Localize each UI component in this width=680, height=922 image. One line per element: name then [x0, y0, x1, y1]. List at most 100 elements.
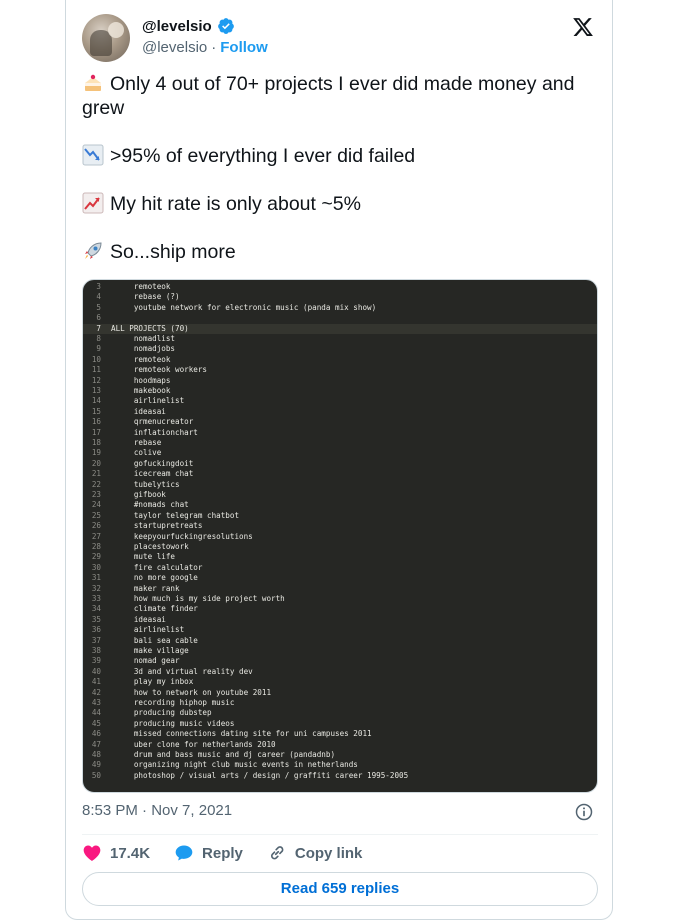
- code-line: 32 maker rank: [83, 584, 180, 594]
- code-line: 23 gifbook: [83, 490, 166, 500]
- line-number: 36: [91, 625, 101, 635]
- reply-button[interactable]: Reply: [174, 843, 243, 863]
- line-number: 29: [91, 552, 101, 562]
- line-number: 46: [91, 729, 101, 739]
- author-handle[interactable]: @levelsio: [142, 39, 207, 56]
- code-line: 9 nomadjobs: [83, 344, 175, 354]
- code-line: 17 inflationchart: [83, 428, 198, 438]
- author-name-row[interactable]: @levelsio: [142, 17, 235, 35]
- tweet-line: Only 4 out of 70+ projects I ever did ma…: [82, 73, 575, 119]
- code-line: 19 colive: [83, 448, 161, 458]
- code-line: 34 climate finder: [83, 604, 198, 614]
- code-text: ALL PROJECTS (70): [111, 323, 189, 333]
- tweet-date: Nov 7, 2021: [151, 802, 233, 819]
- code-line: 6: [83, 313, 111, 323]
- tweet-line: My hit rate is only about ~5%: [82, 192, 598, 216]
- code-line: 4 rebase (?): [83, 292, 180, 302]
- line-number: 9: [96, 344, 101, 354]
- code-text: qrmenucreator: [111, 417, 194, 427]
- line-number: 31: [91, 573, 101, 583]
- code-text: rebase (?): [111, 292, 180, 302]
- code-line: 47 uber clone for netherlands 2010: [83, 740, 276, 750]
- code-line: 39 nomad gear: [83, 656, 180, 666]
- line-number: 39: [91, 656, 101, 666]
- line-number: 14: [91, 396, 101, 406]
- line-number: 5: [96, 302, 101, 312]
- code-text: nomad gear: [111, 656, 180, 666]
- line-number: 13: [91, 386, 101, 395]
- code-text: producing music videos: [111, 718, 235, 728]
- read-replies-button[interactable]: Read 659 replies: [82, 872, 598, 906]
- code-line: 8 nomadlist: [83, 334, 175, 344]
- code-line: 10 remoteok: [83, 354, 171, 365]
- line-number: 49: [91, 760, 101, 770]
- code-text: icecream chat: [111, 469, 194, 479]
- like-count: 17.4K: [110, 844, 151, 862]
- copy-link-button[interactable]: Copy link: [267, 843, 363, 863]
- line-number: 37: [91, 635, 101, 645]
- code-line: 35 ideasai: [83, 615, 166, 625]
- code-line: 36 airlinelist: [83, 625, 184, 635]
- code-text: airlinelist: [111, 625, 185, 635]
- chart-increasing-icon: [82, 192, 104, 214]
- cake-emoji-icon: [85, 74, 101, 91]
- tweet-timestamp[interactable]: 8:53 PM · Nov 7, 2021: [82, 802, 232, 819]
- line-number: 34: [91, 604, 101, 614]
- code-line: 42 how to network on youtube 2011: [83, 688, 271, 698]
- code-line: 25 taylor telegram chatbot: [83, 511, 239, 521]
- code-text: airlinelist: [111, 396, 185, 406]
- tweet-line: >95% of everything I ever did failed: [82, 144, 598, 168]
- x-logo-icon[interactable]: [572, 16, 594, 38]
- code-line: 16 qrmenucreator: [83, 417, 193, 427]
- code-text: bali sea cable: [111, 635, 198, 645]
- code-line: 38 make village: [83, 646, 189, 656]
- verified-badge-icon: [217, 18, 234, 34]
- line-number: 47: [91, 739, 101, 749]
- like-button[interactable]: 17.4K: [82, 843, 150, 863]
- rocket-icon: [85, 242, 102, 259]
- code-text: no more google: [111, 573, 198, 583]
- code-text: colive: [111, 448, 162, 458]
- code-line: 18 rebase: [83, 438, 161, 448]
- code-line: 40 3d and virtual reality dev: [83, 667, 253, 677]
- code-text: youtube network for electronic music (pa…: [111, 302, 377, 312]
- line-number: 25: [91, 510, 101, 520]
- code-text: climate finder: [111, 604, 198, 614]
- code-line: 26 startupretreats: [83, 521, 203, 531]
- code-line: 12 hoodmaps: [83, 376, 171, 386]
- code-text: drum and bass music and dj career (panda…: [111, 750, 336, 759]
- code-text: keepyourfuckingresolutions: [111, 531, 253, 541]
- line-number: 26: [91, 521, 101, 531]
- avatar[interactable]: [82, 14, 130, 62]
- code-text: remoteok workers: [111, 365, 208, 375]
- line-number: 21: [91, 469, 101, 479]
- separator-dot: ·: [142, 802, 148, 819]
- line-number: 6: [96, 313, 101, 323]
- code-text: uber clone for netherlands 2010: [111, 739, 276, 749]
- code-line: 37 bali sea cable: [83, 636, 198, 646]
- follow-button[interactable]: Follow: [220, 39, 268, 56]
- line-number: 43: [91, 698, 101, 707]
- author-handle-row: @levelsio · Follow: [142, 39, 268, 56]
- code-text: remoteok: [111, 354, 171, 364]
- code-text: ideasai: [111, 406, 166, 416]
- code-line: 22 tubelytics: [83, 480, 180, 490]
- info-icon[interactable]: [574, 802, 594, 822]
- copy-link-label: Copy link: [294, 844, 363, 862]
- author-display-name[interactable]: @levelsio: [142, 18, 212, 35]
- line-number: 38: [91, 646, 101, 655]
- line-number: 18: [91, 438, 101, 447]
- link-icon: [270, 846, 284, 860]
- code-text: make village: [111, 646, 189, 655]
- code-line: 28 placestowork: [83, 542, 189, 552]
- line-number: 17: [91, 427, 101, 437]
- line-number: 11: [91, 365, 101, 375]
- code-text: placestowork: [111, 542, 189, 551]
- code-text: recording hiphop music: [111, 698, 235, 707]
- code-text: photoshop / visual arts / design / graff…: [111, 770, 409, 780]
- tweet-text: Only 4 out of 70+ projects I ever did ma…: [82, 72, 598, 264]
- code-line: 41 play my inbox: [83, 677, 193, 687]
- code-screenshot-image[interactable]: 3 remoteok 4 rebase (?) 5 youtube network …: [82, 279, 598, 793]
- code-text: play my inbox: [111, 677, 194, 687]
- code-line: 14 airlinelist: [83, 396, 184, 406]
